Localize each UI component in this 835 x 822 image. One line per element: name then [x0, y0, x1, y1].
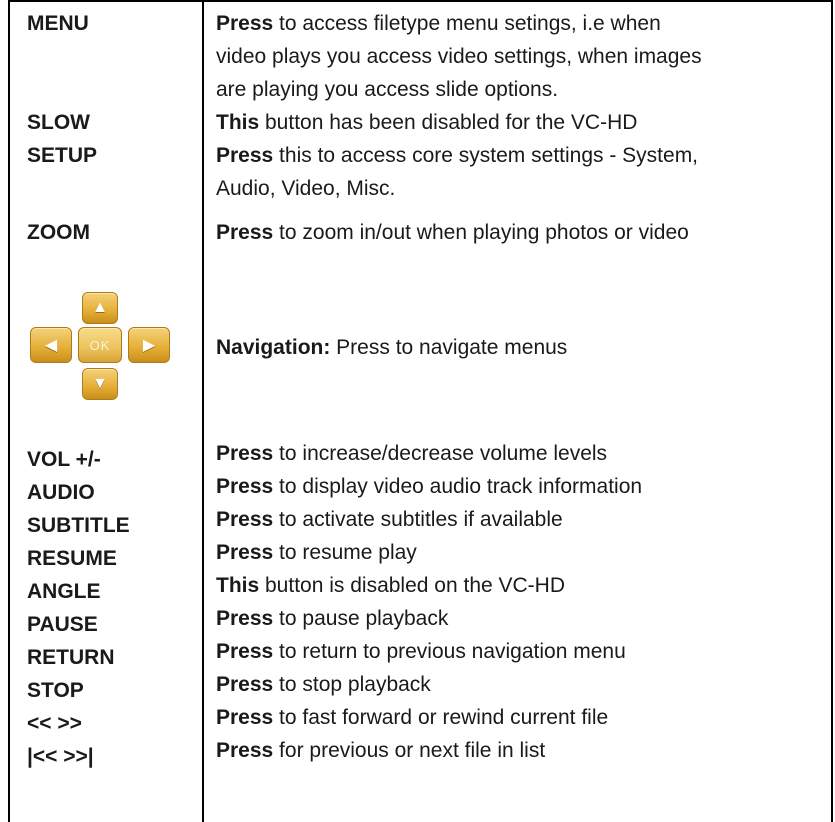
- desc-ff-rw: Press to fast forward or rewind current …: [216, 706, 609, 729]
- desc-stop: Press to stop playback: [216, 673, 431, 696]
- desc-angle: This button is disabled on the VC-HD: [216, 574, 566, 597]
- key-label-resume: RESUME: [27, 547, 117, 570]
- key-label-prev-next: |<< >>|: [27, 745, 94, 768]
- desc-return: Press to return to previous navigation m…: [216, 640, 626, 663]
- left-arrow-icon: ◀: [30, 327, 72, 363]
- desc-zoom: Press to zoom in/out when playing photos…: [216, 221, 689, 244]
- desc-navigation: Navigation: Press to navigate menus: [216, 336, 568, 359]
- desc-pause: Press to pause playback: [216, 607, 449, 630]
- desc-slow: This button has been disabled for the VC…: [216, 111, 638, 134]
- desc-setup-line-1: Press this to access core system setting…: [216, 144, 699, 167]
- desc-subtitle: Press to activate subtitles if available: [216, 508, 563, 531]
- key-label-return: RETURN: [27, 646, 115, 669]
- key-label-stop: STOP: [27, 679, 84, 702]
- ok-key-icon: OK: [78, 327, 122, 363]
- key-label-pause: PAUSE: [27, 613, 98, 636]
- desc-menu-line-3: are playing you access slide options.: [216, 78, 559, 101]
- desc-setup-line-2: Audio, Video, Misc.: [216, 177, 396, 200]
- navigation-dpad-icon: ▲ ◀ OK ▶ ▼: [26, 292, 172, 404]
- right-arrow-icon: ▶: [128, 327, 170, 363]
- desc-menu-line-2: video plays you access video settings, w…: [216, 45, 702, 68]
- desc-vol: Press to increase/decrease volume levels: [216, 442, 608, 465]
- table-border-right: [831, 0, 833, 822]
- key-label-audio: AUDIO: [27, 481, 95, 504]
- down-arrow-icon: ▼: [82, 368, 118, 400]
- key-label-vol: VOL +/-: [27, 448, 101, 471]
- desc-prev-next: Press for previous or next file in list: [216, 739, 546, 762]
- key-label-slow: SLOW: [27, 111, 90, 134]
- desc-menu-line-1: Press to access filetype menu setings, i…: [216, 12, 661, 35]
- key-label-ff-rw: << >>: [27, 712, 82, 735]
- remote-key-table: MENU Press to access filetype menu setin…: [8, 0, 833, 822]
- table-border-top: [8, 0, 833, 2]
- table-column-divider: [202, 0, 204, 822]
- up-arrow-icon: ▲: [82, 292, 118, 324]
- key-label-subtitle: SUBTITLE: [27, 514, 130, 537]
- key-label-zoom: ZOOM: [27, 221, 90, 244]
- key-label-setup: SETUP: [27, 144, 98, 167]
- table-border-left: [8, 0, 10, 822]
- key-label-angle: ANGLE: [27, 580, 101, 603]
- desc-audio: Press to display video audio track infor…: [216, 475, 643, 498]
- key-label-menu: MENU: [27, 12, 89, 35]
- desc-resume: Press to resume play: [216, 541, 417, 564]
